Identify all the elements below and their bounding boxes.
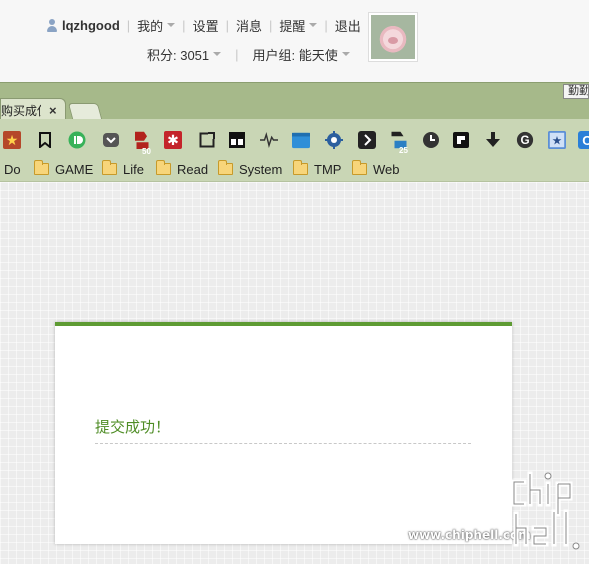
bookmark-label: Web <box>373 161 400 177</box>
chevron-down-icon[interactable] <box>341 52 350 56</box>
folder-icon <box>34 160 49 175</box>
tab-strip: 购买成使 × <box>0 82 589 121</box>
divider: | <box>324 17 328 33</box>
bookmark-do[interactable]: Do <box>4 161 21 177</box>
pulse-icon[interactable] <box>260 131 278 149</box>
chevron-right-icon[interactable] <box>358 131 376 149</box>
success-dialog: 提交成功！ <box>55 322 512 544</box>
bookmark-icon[interactable] <box>36 131 54 149</box>
svg-text:G: G <box>520 134 529 147</box>
divider: | <box>225 17 229 33</box>
folder-icon <box>156 160 171 175</box>
badge-count: 25 <box>399 146 408 155</box>
chevron-down-icon[interactable] <box>213 52 222 56</box>
tab-active[interactable]: 购买成使 × <box>0 98 66 121</box>
folder-icon <box>293 160 308 175</box>
divider: | <box>268 17 273 33</box>
pocket-icon[interactable] <box>102 131 120 149</box>
settings-link[interactable]: 设置 <box>193 16 219 35</box>
badge-50-icon[interactable]: 50 <box>132 131 151 156</box>
bookmark-folder-web[interactable]: Web <box>352 160 400 177</box>
bookmark-label: System <box>239 161 283 177</box>
logout-link[interactable]: 退出 <box>335 16 361 35</box>
bookmark-label: Read <box>177 161 209 177</box>
folder-icon <box>218 160 233 175</box>
bookmark-label: TMP <box>314 161 342 177</box>
bookmarks-bar: Do GAME Life Read System TMP Web <box>0 155 589 182</box>
chevron-down-icon[interactable] <box>167 23 176 27</box>
divider: | <box>126 17 131 33</box>
bookmark-folder-system[interactable]: System <box>218 160 283 177</box>
gear-icon[interactable] <box>325 131 343 149</box>
user-menu-row: lqzhgood | 我的 | 设置 | 消息 | 提醒 | 退出 <box>46 15 361 35</box>
avatar[interactable] <box>368 12 418 62</box>
bookmark-label: Do <box>4 161 21 177</box>
star-icon[interactable]: ★ <box>3 131 21 149</box>
bookmark-folder-read[interactable]: Read <box>156 160 209 177</box>
avatar-image <box>371 15 415 59</box>
success-message: 提交成功！ <box>95 416 471 444</box>
reminders-link[interactable]: 提醒 <box>279 16 305 35</box>
tab-title: 购买成使 <box>1 103 41 118</box>
folder-icon <box>102 160 117 175</box>
square-icon[interactable] <box>452 131 470 149</box>
divider: | <box>182 17 186 33</box>
watermark-logo <box>510 470 582 552</box>
messages-link[interactable]: 消息 <box>236 16 262 35</box>
g-icon[interactable]: G <box>516 131 534 149</box>
svg-text:C: C <box>582 133 589 148</box>
user-group-link[interactable]: 用户组: 能天使 <box>253 45 338 64</box>
bookmark-label: Life <box>123 161 144 177</box>
corner-button[interactable]: 勤勤 <box>563 84 589 99</box>
user-bar: lqzhgood | 我的 | 设置 | 消息 | 提醒 | 退出 积分: 30… <box>0 0 589 82</box>
chevron-down-icon[interactable] <box>309 23 318 27</box>
points-link[interactable]: 积分: 3051 <box>147 45 209 64</box>
expand-icon[interactable] <box>198 131 216 149</box>
badge-25-icon[interactable]: 25 <box>390 131 408 155</box>
bookmark-folder-tmp[interactable]: TMP <box>293 160 342 177</box>
clock-icon[interactable] <box>422 131 440 149</box>
reader-icon[interactable] <box>68 131 86 149</box>
two-squares-icon[interactable] <box>228 131 246 149</box>
bookmark-label: GAME <box>55 161 94 177</box>
window-icon[interactable] <box>292 131 310 149</box>
username-link[interactable]: lqzhgood <box>62 18 120 33</box>
bookmark-folder-game[interactable]: GAME <box>34 160 94 177</box>
c-icon[interactable]: C <box>578 131 589 149</box>
asterisk-icon[interactable]: ✱ <box>164 131 182 149</box>
close-icon[interactable]: × <box>49 103 57 118</box>
star-box-icon[interactable]: ★ <box>548 131 566 149</box>
divider: | <box>235 46 239 62</box>
user-info-row: 积分: 3051 | 用户组: 能天使 <box>147 44 350 64</box>
my-menu-link[interactable]: 我的 <box>137 16 163 35</box>
folder-icon <box>352 160 367 175</box>
svg-text:★: ★ <box>552 134 562 148</box>
user-icon <box>46 18 58 32</box>
new-tab-button[interactable] <box>67 103 103 119</box>
bookmark-folder-life[interactable]: Life <box>102 160 144 177</box>
download-icon[interactable] <box>484 131 502 149</box>
